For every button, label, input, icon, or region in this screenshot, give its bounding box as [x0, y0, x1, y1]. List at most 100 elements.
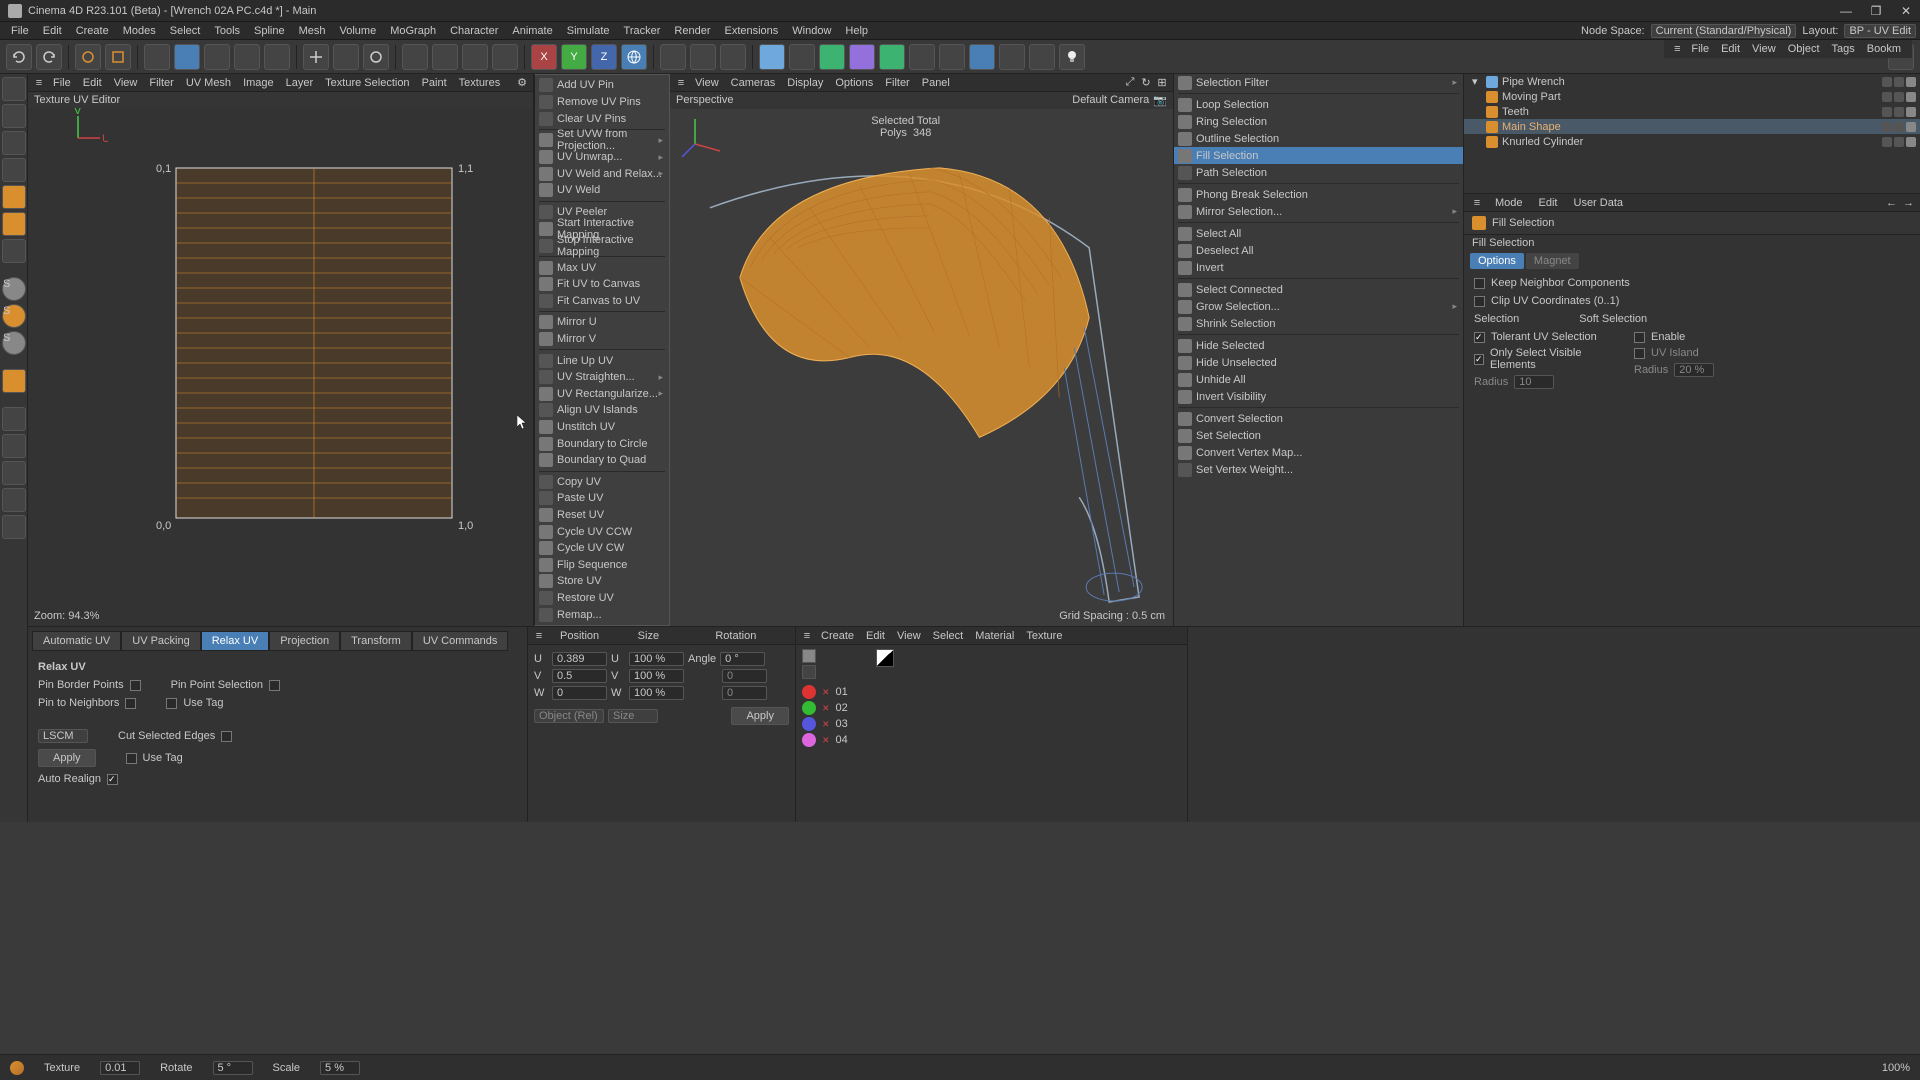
chk-use-tag1[interactable]	[166, 698, 177, 709]
x-axis-toggle[interactable]: X	[531, 44, 557, 70]
scale-tool[interactable]	[333, 44, 359, 70]
ctx-boundary-to-circle[interactable]: Boundary to Circle	[535, 435, 669, 452]
undo-button[interactable]	[6, 44, 32, 70]
attr-menu-icon[interactable]: ≡	[1470, 196, 1484, 210]
field-radius-l[interactable]: 10	[1514, 375, 1554, 389]
environment-button[interactable]	[879, 44, 905, 70]
status-texture-field[interactable]: 0.01	[100, 1061, 140, 1075]
extra-button[interactable]	[1029, 44, 1055, 70]
mat-menu-create[interactable]: Create	[816, 630, 859, 642]
tool-button-a[interactable]	[432, 44, 458, 70]
chk-keep-neighbor[interactable]	[1474, 278, 1485, 289]
tab-uv-commands[interactable]: UV Commands	[412, 631, 509, 651]
chk-use-tag2[interactable]	[126, 753, 137, 764]
coords-ww-field[interactable]: 100 %	[629, 686, 684, 700]
paint-tool-button[interactable]	[2, 369, 26, 393]
edge-mode-button[interactable]	[2, 185, 26, 209]
menu-volume[interactable]: Volume	[333, 25, 384, 37]
nodespace-dropdown[interactable]: Current (Standard/Physical)	[1651, 24, 1797, 38]
vp-menu-panel[interactable]: Panel	[917, 77, 955, 89]
uv-menu-paint[interactable]: Paint	[417, 77, 452, 89]
attr-fwd-icon[interactable]: →	[1903, 197, 1914, 209]
close-button[interactable]: ✕	[1900, 5, 1912, 17]
uv-menu-layer[interactable]: Layer	[281, 77, 319, 89]
sel-convert-vertex-map-[interactable]: Convert Vertex Map...	[1174, 444, 1463, 461]
layout-dropdown[interactable]: BP - UV Edit	[1844, 24, 1916, 38]
chk-tolerant[interactable]	[1474, 332, 1485, 343]
coords-obj-dropdown[interactable]: Object (Rel)	[534, 709, 604, 723]
sel-grow-selection-[interactable]: Grow Selection...▸	[1174, 298, 1463, 315]
generator-button[interactable]	[819, 44, 845, 70]
menu-extensions[interactable]: Extensions	[717, 25, 785, 37]
uv-menu-image[interactable]: Image	[238, 77, 279, 89]
grid-icon-button[interactable]	[999, 44, 1025, 70]
tab-transform[interactable]: Transform	[340, 631, 412, 651]
sel-hide-unselected[interactable]: Hide Unselected	[1174, 354, 1463, 371]
snap-s-button[interactable]: S	[2, 277, 26, 301]
ctx-max-uv[interactable]: Max UV	[535, 259, 669, 276]
ctx-unstitch-uv[interactable]: Unstitch UV	[535, 419, 669, 436]
menu-mograph[interactable]: MoGraph	[383, 25, 443, 37]
sel-deselect-all[interactable]: Deselect All	[1174, 242, 1463, 259]
tree-moving-part[interactable]: Moving Part	[1464, 89, 1920, 104]
select-tool[interactable]	[75, 44, 101, 70]
attr-menu-mode[interactable]: Mode	[1490, 197, 1528, 209]
bulb-button[interactable]	[1059, 44, 1085, 70]
sel-phong-break-selection[interactable]: Phong Break Selection	[1174, 186, 1463, 203]
vp-menu-cameras[interactable]: Cameras	[726, 77, 781, 89]
material-02[interactable]: ✕02	[802, 701, 1181, 715]
mat-menu-view[interactable]: View	[892, 630, 926, 642]
menu-render[interactable]: Render	[667, 25, 717, 37]
ctx-store-uv[interactable]: Store UV	[535, 573, 669, 590]
menu-create[interactable]: Create	[69, 25, 116, 37]
tab-relax-uv[interactable]: Relax UV	[201, 631, 269, 651]
status-scale-field[interactable]: 5 %	[320, 1061, 360, 1075]
sel-select-connected[interactable]: Select Connected	[1174, 281, 1463, 298]
object-tree[interactable]: ▾Pipe WrenchMoving PartTeethMain ShapeKn…	[1464, 74, 1920, 194]
polygon-mode-button[interactable]	[2, 212, 26, 236]
sel-invert-visibility[interactable]: Invert Visibility	[1174, 388, 1463, 405]
uv-menu-filter[interactable]: Filter	[144, 77, 178, 89]
ctx-reset-uv[interactable]: Reset UV	[535, 507, 669, 524]
sel-unhide-all[interactable]: Unhide All	[1174, 371, 1463, 388]
world-toggle[interactable]	[621, 44, 647, 70]
chk-pin-point[interactable]	[269, 680, 280, 691]
status-rotate-field[interactable]: 5 °	[213, 1061, 253, 1075]
sel-set-selection[interactable]: Set Selection	[1174, 427, 1463, 444]
snap-grid-button[interactable]	[144, 44, 170, 70]
sphere-button[interactable]	[2, 488, 26, 512]
attr-menu-userdata[interactable]: User Data	[1569, 197, 1629, 209]
grid-button[interactable]	[264, 44, 290, 70]
quantize-button[interactable]	[234, 44, 260, 70]
deformer-button[interactable]	[849, 44, 875, 70]
obj-menu-tags[interactable]: Tags	[1827, 43, 1860, 55]
render-pv-button[interactable]	[690, 44, 716, 70]
vp-camera-label[interactable]: Default Camera	[1072, 94, 1149, 107]
menu-file[interactable]: File	[4, 25, 36, 37]
sel-ring-selection[interactable]: Ring Selection	[1174, 113, 1463, 130]
chk-uv-island[interactable]	[1634, 348, 1645, 359]
coords-w-field[interactable]: 0	[552, 686, 607, 700]
menu-window[interactable]: Window	[785, 25, 838, 37]
mat-menu-edit[interactable]: Edit	[861, 630, 890, 642]
uv-panel-menu-icon[interactable]: ≡	[32, 76, 46, 90]
obj-menu-view[interactable]: View	[1747, 43, 1781, 55]
last-tool-button[interactable]	[402, 44, 428, 70]
tree-teeth[interactable]: Teeth	[1464, 104, 1920, 119]
tab-auto-uv[interactable]: Automatic UV	[32, 631, 121, 651]
sel-fill-selection[interactable]: Fill Selection	[1174, 147, 1463, 164]
attr-back-icon[interactable]: ←	[1886, 197, 1897, 209]
uv-canvas[interactable]: 0,1 1,1 0,0 1,0 VU Zoom: 94.3%	[28, 108, 533, 626]
ctx-cycle-uv-cw[interactable]: Cycle UV CW	[535, 540, 669, 557]
model-mode-button[interactable]	[2, 77, 26, 101]
material-04[interactable]: ✕04	[802, 733, 1181, 747]
mat-menu-select[interactable]: Select	[928, 630, 969, 642]
light-button[interactable]	[939, 44, 965, 70]
mat-menu-icon[interactable]: ≡	[800, 629, 814, 643]
uv-menu-texsel[interactable]: Texture Selection	[320, 77, 414, 89]
tool-button-c[interactable]	[492, 44, 518, 70]
attr-tab-options[interactable]: Options	[1470, 253, 1524, 269]
menu-edit[interactable]: Edit	[36, 25, 69, 37]
grid1-button[interactable]	[2, 407, 26, 431]
obj-menu-object[interactable]: Object	[1783, 43, 1825, 55]
